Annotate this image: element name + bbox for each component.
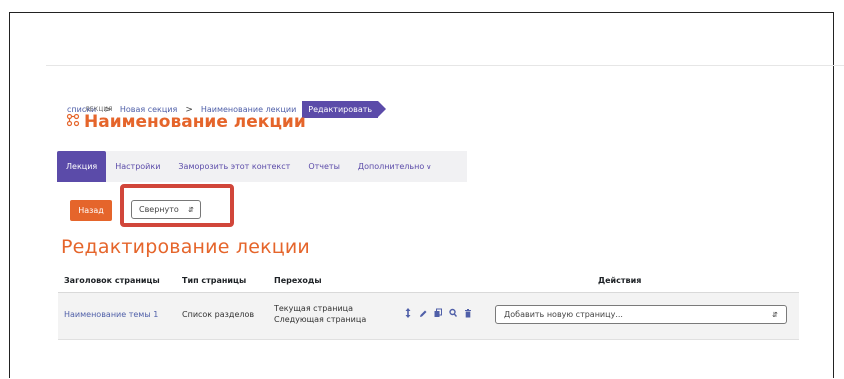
header-divider xyxy=(46,65,844,66)
lesson-icon xyxy=(66,113,80,127)
delete-icon[interactable] xyxy=(464,308,472,318)
transition-current: Текущая страница xyxy=(274,304,353,313)
tab-more[interactable]: Дополнительно ∨ xyxy=(349,151,440,182)
select-caret-icon: ⇵ xyxy=(188,205,194,214)
table-row: Наименование темы 1 Список разделов Теку… xyxy=(58,293,799,340)
add-page-select[interactable]: Добавить новую страницу... ⇵ xyxy=(495,305,787,324)
transitions: Текущая страница Следующая страница xyxy=(274,303,366,325)
header-transitions: Переходы xyxy=(274,276,322,285)
tab-reports[interactable]: Отчеты xyxy=(299,151,349,182)
tab-lesson[interactable]: Лекция xyxy=(57,151,107,182)
page-type: Список разделов xyxy=(182,310,255,319)
header-actions: Действия xyxy=(598,276,642,285)
header-page-type: Тип страницы xyxy=(182,276,247,285)
row-actions xyxy=(404,308,472,318)
tab-more-label: Дополнительно xyxy=(357,162,425,171)
pages-table: Заголовок страницы Тип страницы Переходы… xyxy=(58,270,799,340)
header-page-title: Заголовок страницы xyxy=(64,276,160,285)
section-title: Редактирование лекции xyxy=(61,236,310,258)
back-button[interactable]: Назад xyxy=(70,200,112,221)
transition-next: Следующая страница xyxy=(274,315,367,324)
select-caret-icon: ⇵ xyxy=(772,310,778,319)
add-page-value: Добавить новую страницу... xyxy=(504,310,623,319)
move-icon[interactable] xyxy=(404,308,412,318)
breadcrumb-item-edit: Редактировать xyxy=(302,101,386,118)
page-title: Наименование лекции xyxy=(84,112,306,132)
search-icon[interactable] xyxy=(449,308,457,318)
table-header: Заголовок страницы Тип страницы Переходы… xyxy=(58,270,799,293)
tab-settings[interactable]: Настройки xyxy=(106,151,169,182)
page-title-link[interactable]: Наименование темы 1 xyxy=(64,310,158,319)
view-mode-value: Свернуто xyxy=(139,205,179,214)
tab-freeze-context[interactable]: Заморозить этот контекст xyxy=(169,151,299,182)
secondary-navigation: Лекция Настройки Заморозить этот контекс… xyxy=(57,151,467,182)
view-mode-select[interactable]: Свернуто ⇵ xyxy=(131,200,201,219)
copy-icon[interactable] xyxy=(434,308,442,318)
edit-icon[interactable] xyxy=(419,308,427,318)
chevron-down-icon: ∨ xyxy=(426,163,432,171)
